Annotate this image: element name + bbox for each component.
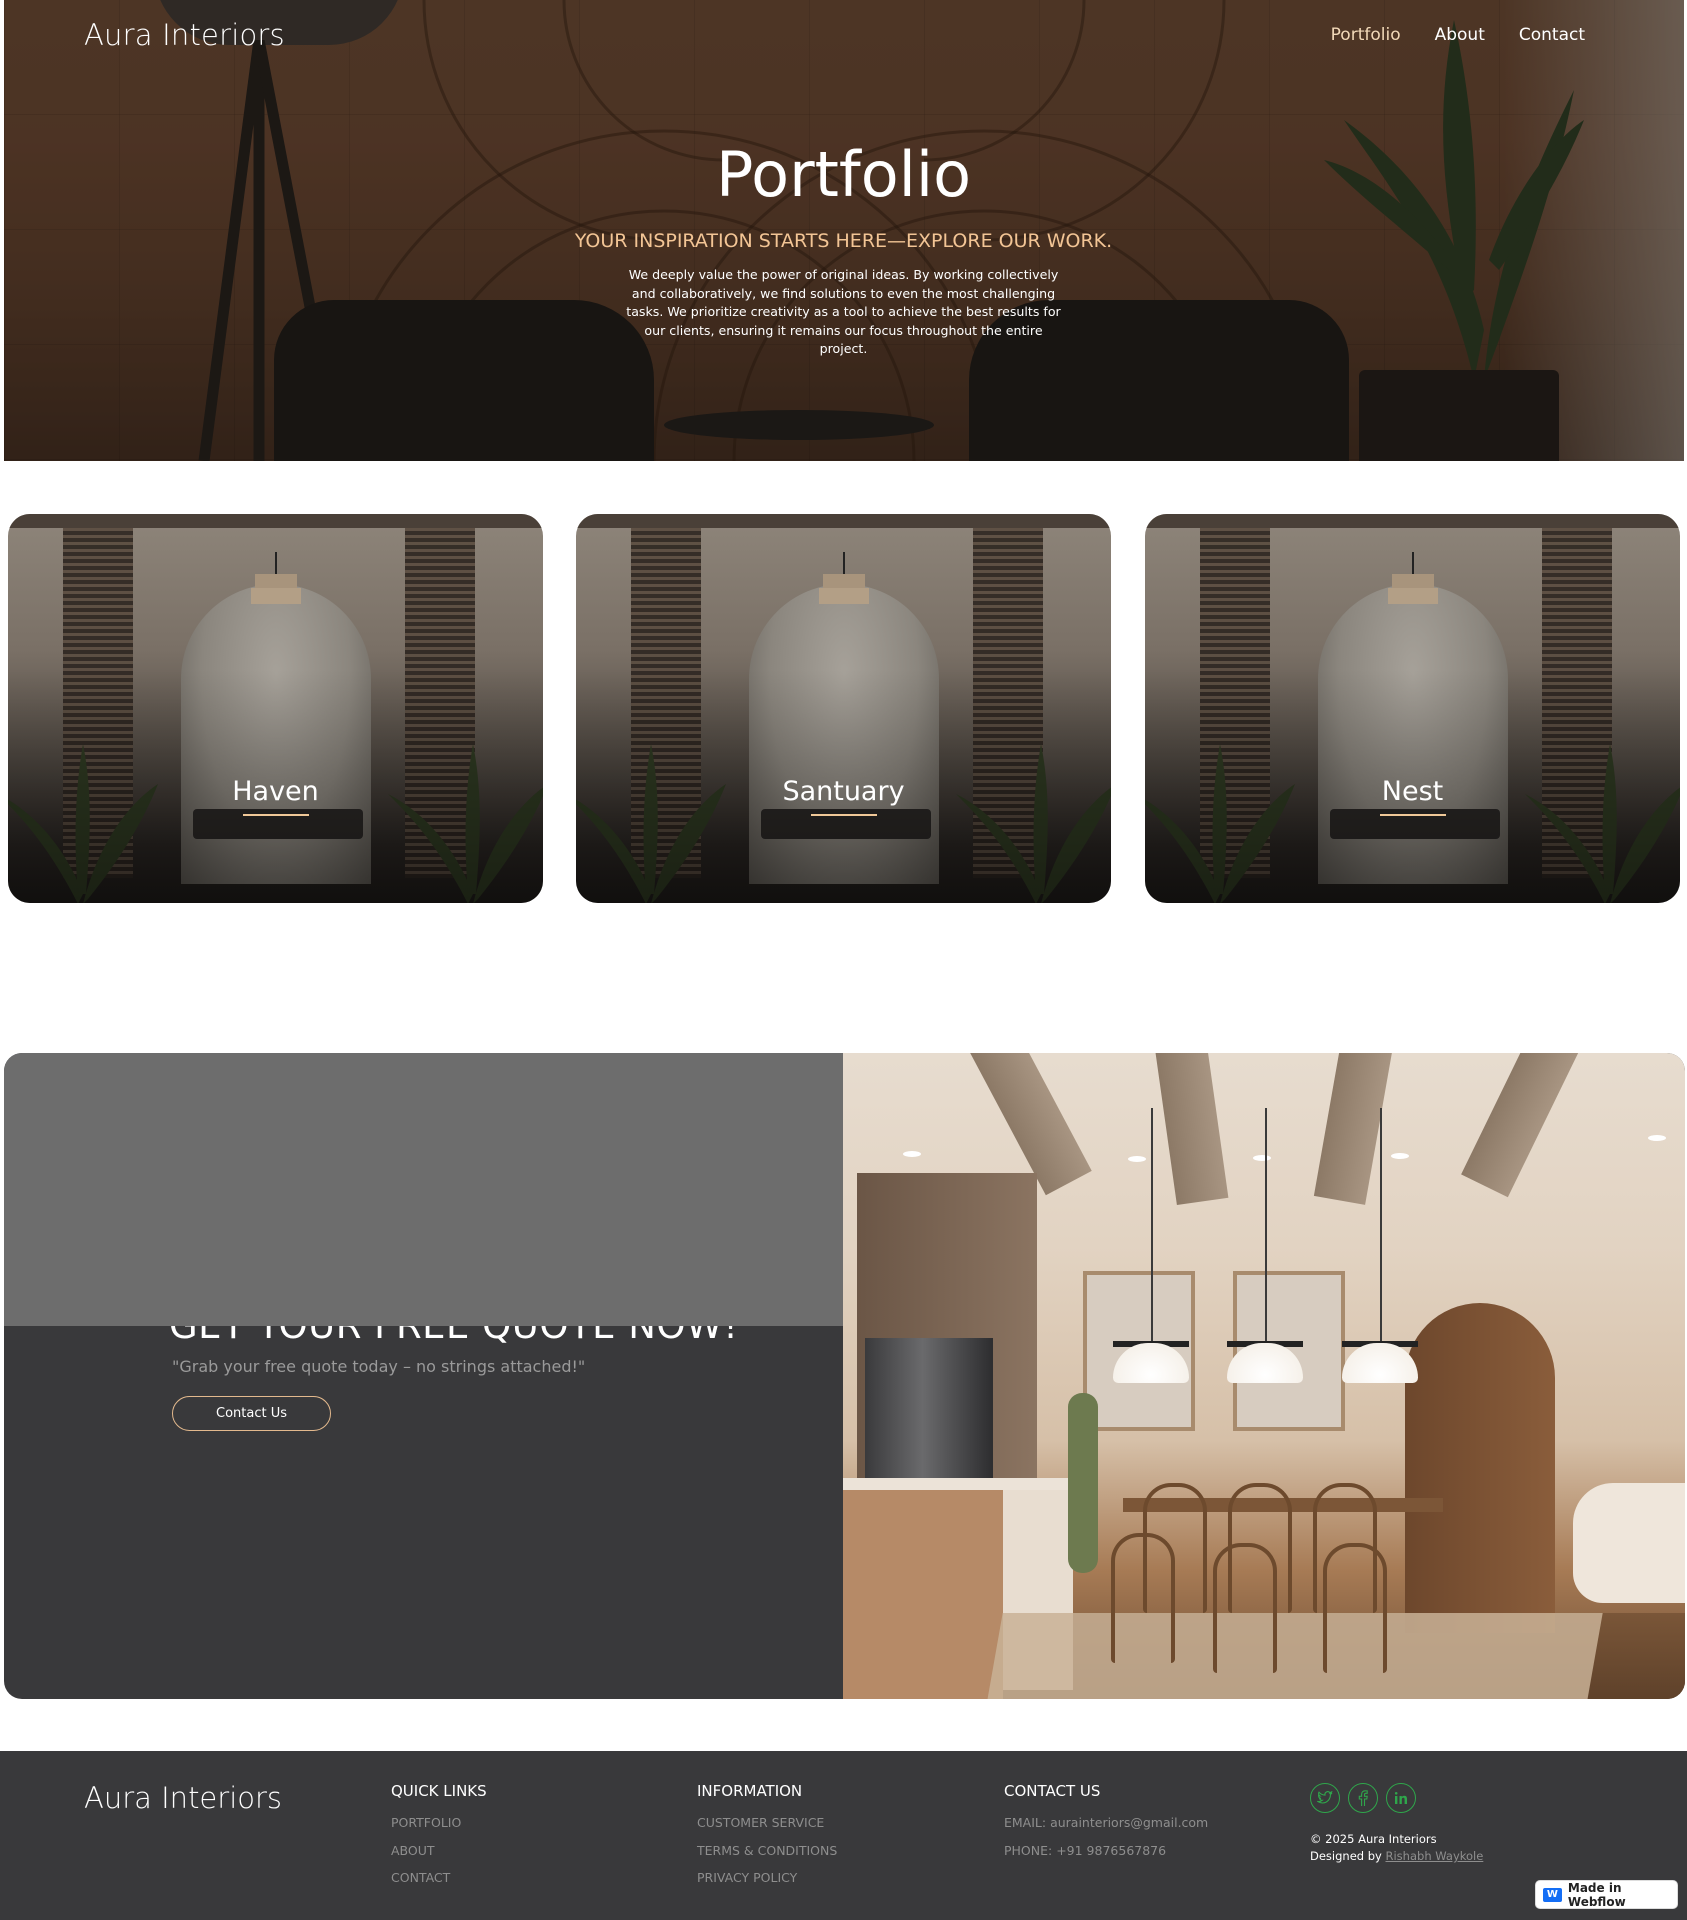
title-underline: [1380, 814, 1446, 816]
brand-logo[interactable]: Aura Interiors: [84, 18, 285, 52]
quote-overlay-band: [4, 1053, 844, 1326]
page-title: Portfolio: [715, 138, 972, 211]
footer-heading: QUICK LINKS: [391, 1782, 487, 1800]
footer-link-terms[interactable]: TERMS & CONDITIONS: [697, 1837, 837, 1865]
footer-logo[interactable]: Aura Interiors: [84, 1781, 282, 1815]
footer-link-portfolio[interactable]: PORTFOLIO: [391, 1809, 487, 1837]
project-title: Santuary: [782, 776, 905, 807]
nav-about[interactable]: About: [1435, 25, 1485, 45]
project-card-nest[interactable]: Nest: [1145, 514, 1680, 903]
title-underline: [243, 814, 309, 816]
copyright-block: © 2025 Aura Interiors Designed by Rishab…: [1310, 1831, 1483, 1865]
social-links: [1310, 1783, 1416, 1813]
hero-subtitle: YOUR INSPIRATION STARTS HERE—EXPLORE OUR…: [574, 230, 1113, 252]
made-in-webflow-badge[interactable]: W Made in Webflow: [1536, 1880, 1677, 1909]
footer-link-privacy[interactable]: PRIVACY POLICY: [697, 1864, 837, 1892]
project-title: Nest: [1381, 776, 1444, 807]
footer-information: INFORMATION CUSTOMER SERVICE TERMS & CON…: [697, 1782, 837, 1892]
designed-by-label: Designed by: [1310, 1849, 1382, 1863]
badge-label: Made in Webflow: [1567, 1880, 1626, 1909]
contact-us-button[interactable]: Contact Us: [172, 1396, 331, 1431]
footer-heading: INFORMATION: [697, 1782, 803, 1800]
nav-contact[interactable]: Contact: [1519, 25, 1585, 45]
hero-description: We deeply value the power of original id…: [626, 267, 1061, 356]
linkedin-icon[interactable]: [1386, 1783, 1416, 1813]
dining-room-image: [843, 1053, 1685, 1699]
footer-phone[interactable]: PHONE: +91 9876567876: [1004, 1837, 1208, 1865]
page: Aura Interiors Portfolio About Contact P…: [0, 0, 1687, 1920]
footer-heading: CONTACT US: [1004, 1782, 1101, 1800]
project-title: Haven: [232, 776, 319, 807]
webflow-logo-icon: W: [1543, 1887, 1562, 1902]
project-card-haven[interactable]: Haven: [8, 514, 543, 903]
project-card-santuary[interactable]: Santuary: [576, 514, 1111, 903]
title-underline: [811, 814, 877, 816]
footer-link-contact[interactable]: CONTACT: [391, 1864, 487, 1892]
facebook-icon[interactable]: [1348, 1783, 1378, 1813]
footer-link-customer-service[interactable]: CUSTOMER SERVICE: [697, 1809, 837, 1837]
footer-quick-links: QUICK LINKS PORTFOLIO ABOUT CONTACT: [391, 1782, 487, 1892]
nav-portfolio[interactable]: Portfolio: [1331, 25, 1401, 45]
designer-link[interactable]: Rishabh Waykole: [1386, 1849, 1484, 1863]
main-nav: Portfolio About Contact: [1331, 25, 1585, 45]
twitter-icon[interactable]: [1310, 1783, 1340, 1813]
copyright-text: © 2025 Aura Interiors: [1310, 1832, 1437, 1846]
footer-contact: CONTACT US EMAIL: aurainteriors@gmail.co…: [1004, 1782, 1208, 1864]
footer-email[interactable]: EMAIL: aurainteriors@gmail.com: [1004, 1809, 1208, 1837]
footer-link-about[interactable]: ABOUT: [391, 1837, 487, 1865]
project-grid: Haven Santuary Nest: [8, 514, 1680, 903]
quote-subtitle: "Grab your free quote today – no strings…: [172, 1357, 586, 1376]
